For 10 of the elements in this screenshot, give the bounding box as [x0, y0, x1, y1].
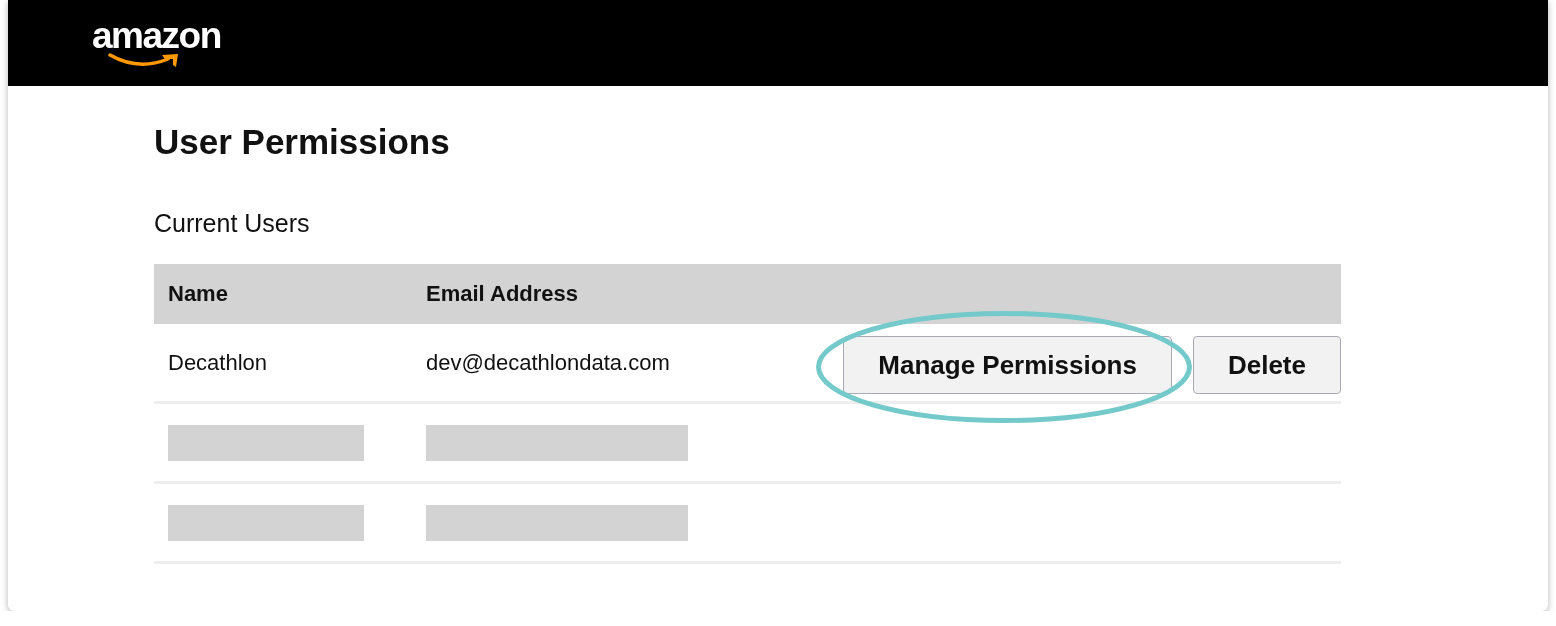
column-header: Email Address: [426, 280, 579, 308]
smile-arrow-icon: [108, 52, 180, 68]
action-button[interactable]: Manage Permissions: [843, 335, 1172, 394]
section-title: Current Users: [154, 208, 310, 238]
column-header: Name: [168, 280, 228, 308]
action-button[interactable]: Delete: [1192, 335, 1341, 394]
page-title: User Permissions: [154, 121, 450, 163]
table-cell: Decathlon: [168, 348, 268, 377]
table-cell: dev@decathlondata.com: [426, 348, 670, 377]
logo-text: amazon: [92, 17, 221, 54]
